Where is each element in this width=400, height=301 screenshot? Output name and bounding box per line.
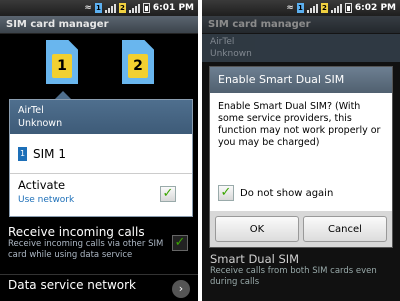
carrier-name: AirTel (210, 37, 235, 47)
dialog-message: Enable Smart Dual SIM? (With some servic… (218, 101, 381, 148)
chevron-right-icon[interactable]: › (172, 280, 190, 298)
status-bar: ≈ 1 2 6:01 PM (0, 0, 198, 16)
sim-name-row[interactable]: 1 SIM 1 (10, 134, 192, 174)
setting-title: Receive incoming calls (8, 225, 145, 239)
smart-dual-sim-setting: Smart Dual SIM Receive calls from both S… (202, 252, 400, 288)
clock: 6:02 PM (354, 3, 396, 13)
ghost-carrier-header: AirTel Unknown (202, 34, 400, 62)
status-bar: ≈ 1 2 6:02 PM (202, 0, 400, 16)
signal-icon (104, 3, 116, 13)
left-screen: ≈ 1 2 6:01 PM SIM card manager 1 2 AirTe… (0, 0, 198, 301)
setting-title: Data service network (8, 278, 136, 292)
setting-subtitle: Receive calls from both SIM cards even d… (210, 266, 377, 287)
sim-card-number: 1 (52, 54, 72, 78)
popup-header: AirTel Unknown (10, 100, 192, 134)
dialog-button-bar: OK Cancel (210, 211, 392, 247)
signal-icon (306, 3, 318, 13)
data-service-setting[interactable]: Data service network › (0, 274, 198, 301)
sim-name: SIM 1 (33, 146, 66, 161)
do-not-show-checkbox[interactable]: ✓ (218, 185, 234, 201)
setting-title: Smart Dual SIM (210, 252, 300, 266)
signal-icon (330, 3, 342, 13)
sim2-indicator-icon: 2 (320, 3, 328, 13)
wifi-icon: ≈ (84, 3, 92, 13)
popup-pointer (55, 91, 71, 99)
sim-card-2[interactable]: 2 (122, 40, 154, 84)
receive-calls-checkbox[interactable]: ✓ (172, 235, 188, 251)
battery-icon (344, 3, 352, 13)
checkbox-label: Do not show again (240, 187, 334, 199)
battery-icon (142, 3, 150, 13)
wifi-icon: ≈ (286, 3, 294, 13)
smart-dual-sim-dialog: Enable Smart Dual SIM Enable Smart Dual … (209, 66, 393, 248)
setting-subtitle: Receive incoming calls via other SIM car… (8, 239, 164, 260)
screen-title: SIM card manager (0, 16, 198, 34)
screen-title: SIM card manager (202, 16, 400, 34)
sim1-indicator-icon: 1 (296, 3, 304, 13)
carrier-name: AirTel (18, 105, 44, 116)
carrier-status: Unknown (18, 118, 63, 129)
receive-calls-setting[interactable]: Receive incoming calls Receive incoming … (0, 225, 198, 267)
clock: 6:01 PM (152, 3, 194, 13)
sim-icon: 1 (18, 146, 27, 161)
sim-card-number: 2 (128, 54, 148, 78)
activate-checkbox[interactable]: ✓ (160, 186, 176, 202)
signal-icon (128, 3, 140, 13)
ok-button[interactable]: OK (215, 216, 299, 242)
cancel-button[interactable]: Cancel (303, 216, 387, 242)
sim1-indicator-icon: 1 (94, 3, 102, 13)
do-not-show-again-row[interactable]: ✓ Do not show again (218, 185, 333, 201)
sim2-indicator-icon: 2 (118, 3, 126, 13)
right-screen: ≈ 1 2 6:02 PM SIM card manager AirTel Un… (202, 0, 400, 301)
sim-popup: AirTel Unknown 1 SIM 1 Activate Use netw… (9, 99, 193, 217)
dialog-title: Enable Smart Dual SIM (210, 67, 392, 93)
activate-row[interactable]: Activate Use network ✓ (10, 174, 192, 218)
sim-card-1[interactable]: 1 (46, 40, 78, 84)
carrier-status: Unknown (210, 49, 252, 59)
